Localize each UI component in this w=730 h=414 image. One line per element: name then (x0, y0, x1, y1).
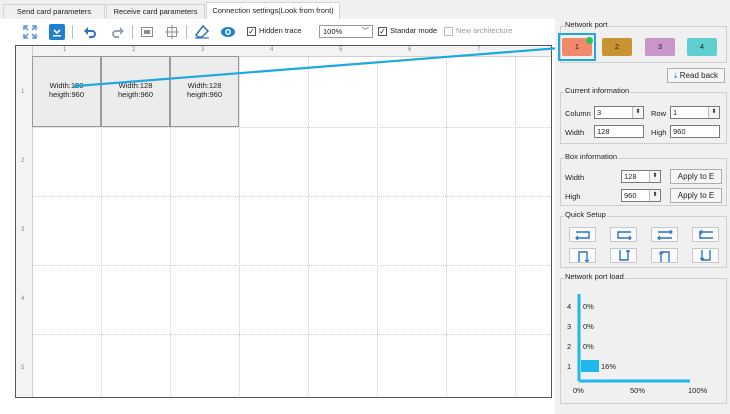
box-high-label: High (565, 192, 581, 201)
snake-horizontal-right-icon[interactable] (569, 227, 596, 242)
box-high-value: 960 (624, 191, 637, 200)
port-load-label: 3 (567, 322, 572, 331)
box-high-input[interactable]: 960 ⬍ (621, 189, 661, 202)
column-input[interactable]: 3 ⬍ (594, 106, 644, 119)
high-label: High (651, 128, 667, 137)
port-load-axis-label: 0% (573, 386, 584, 395)
column-label: Column (565, 109, 591, 118)
port-load-bar-1 (581, 360, 599, 372)
port-button-3[interactable]: 3 (645, 38, 675, 56)
port-active-indicator (586, 37, 593, 44)
port-load-label: 2 (567, 342, 572, 351)
box-width-value: 128 (624, 172, 637, 181)
port-load-label: 1 (567, 362, 572, 371)
port-load-value: 0% (583, 302, 594, 311)
right-panel: Network port 1 2 3 4 ⤓ Read back Current… (555, 0, 730, 414)
port-load-value: 16% (601, 362, 617, 371)
snake-horizontal-left-icon[interactable] (610, 227, 637, 242)
snake-vertical-up-icon[interactable] (569, 248, 596, 263)
port-load-value: 0% (583, 342, 594, 351)
download-icon: ⤓ (673, 71, 678, 80)
apply-high-button[interactable]: Apply to E (670, 188, 722, 203)
port-button-4[interactable]: 4 (687, 38, 717, 56)
read-back-button[interactable]: ⤓ Read back (667, 68, 725, 83)
snake-horizontal-alt-icon[interactable] (651, 227, 678, 242)
apply-width-button[interactable]: Apply to E (670, 169, 722, 184)
column-value: 3 (597, 108, 602, 117)
row-label: Row (651, 109, 667, 118)
snake-vertical-back-icon[interactable] (692, 248, 719, 263)
port-label: 3 (657, 42, 663, 51)
snake-vertical-down-icon[interactable] (610, 248, 637, 263)
port-label: 4 (699, 42, 705, 51)
port-load-value: 0% (583, 322, 594, 331)
snake-horizontal-back-icon[interactable] (692, 227, 719, 242)
current-info-title: Current information (564, 86, 631, 95)
port-load-label: 4 (567, 302, 572, 311)
snake-vertical-alt-icon[interactable] (651, 248, 678, 263)
read-back-label: Read back (679, 71, 719, 80)
box-width-label: Width (565, 173, 585, 182)
spinner-icon[interactable]: ⬍ (632, 107, 643, 118)
box-width-input[interactable]: 128 ⬍ (621, 170, 661, 183)
port-button-2[interactable]: 2 (602, 38, 632, 56)
port-label: 2 (614, 42, 620, 51)
row-input[interactable]: 1 ⬍ (670, 106, 720, 119)
width-label: Width (565, 128, 585, 137)
high-field[interactable]: 960 (670, 125, 720, 138)
quick-setup-title: Quick Setup (564, 210, 607, 219)
spinner-icon[interactable]: ⬍ (649, 190, 660, 201)
port-load-axis-label: 100% (688, 386, 708, 395)
spinner-icon[interactable]: ⬍ (708, 107, 719, 118)
port-load-title: Network port load (564, 272, 625, 281)
row-value: 1 (673, 108, 678, 117)
port-label: 1 (574, 42, 580, 51)
network-port-title: Network port (564, 20, 609, 29)
spinner-icon[interactable]: ⬍ (649, 171, 660, 182)
width-field[interactable]: 128 (594, 125, 644, 138)
box-info-title: Box information (564, 152, 619, 161)
port-load-axis-label: 50% (630, 386, 646, 395)
